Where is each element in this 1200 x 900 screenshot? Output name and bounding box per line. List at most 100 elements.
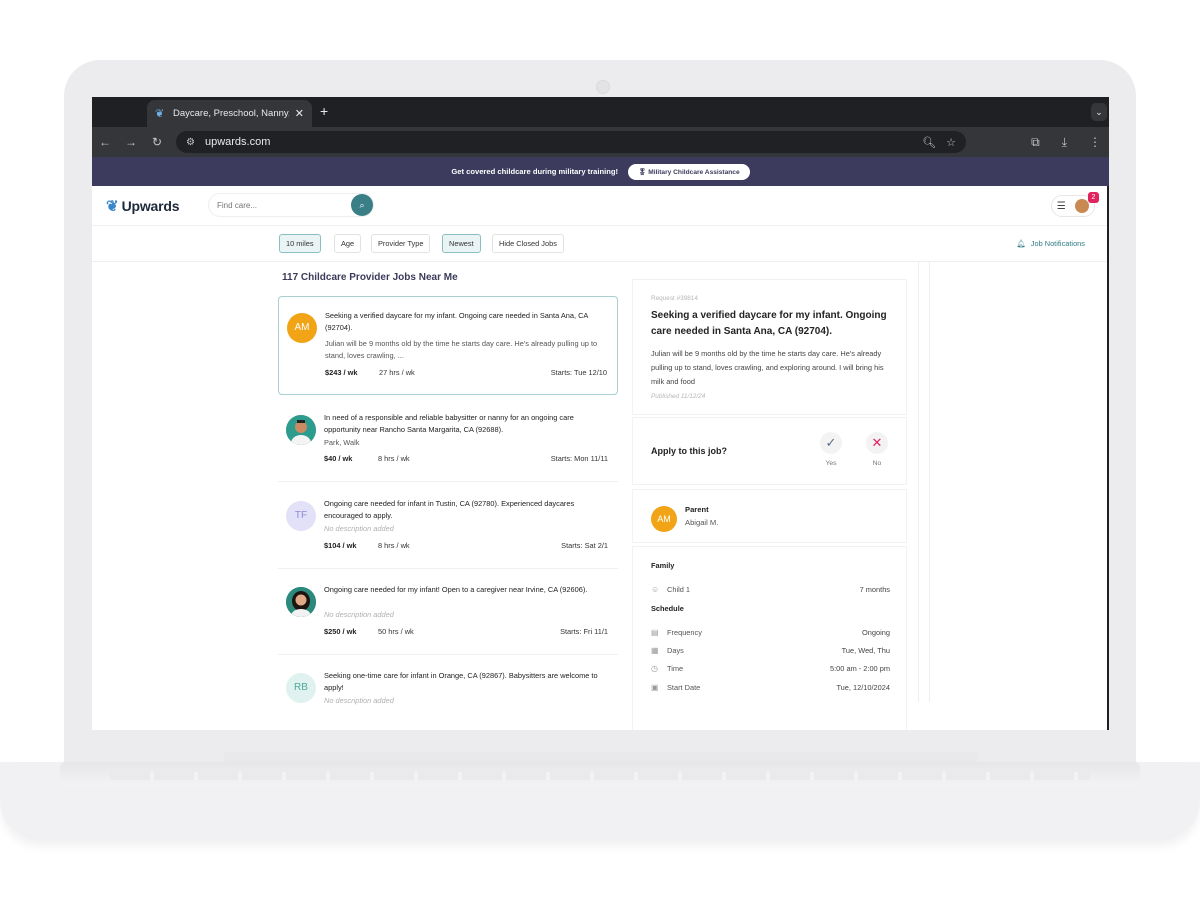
job-avatar-photo [286, 587, 316, 617]
job-description: No description added [324, 610, 394, 619]
download-icon[interactable]: ⤓ [1062, 135, 1067, 150]
apply-no-button[interactable]: ✕ No [865, 432, 889, 467]
filter-distance[interactable]: 10 miles [279, 234, 321, 253]
start-date-label: Start Date [667, 683, 701, 692]
time-value: 5:00 am - 2:00 pm [830, 664, 890, 673]
browser-screen: ❦ Daycare, Preschool, Nanny, & ✕ + ⌄ ← →… [92, 97, 1109, 730]
close-icon: ✕ [866, 432, 888, 454]
job-start: Starts: Mon 11/11 [550, 454, 608, 463]
reload-icon[interactable]: ↻ [144, 135, 170, 149]
address-bar[interactable]: ⚙ upwards.com 🔍︎ ☆ [176, 131, 966, 153]
job-notifications-label: Job Notifications [1030, 239, 1085, 248]
job-avatar-photo [286, 415, 316, 445]
frequency-value: Ongoing [862, 628, 890, 637]
job-title: Ongoing care needed for my infant! Open … [324, 585, 588, 594]
job-card[interactable]: Ongoing care needed for my infant! Open … [278, 571, 618, 655]
person-photo-icon [286, 415, 316, 445]
frequency-icon: ▤ [651, 628, 659, 637]
job-card[interactable]: TF Ongoing care needed for infant in Tus… [278, 485, 618, 569]
parent-section: AM Parent Abigail M. [632, 489, 907, 543]
site-info-icon[interactable]: ⚙ [186, 137, 195, 148]
job-rate: $104 / wk [324, 541, 357, 550]
job-card[interactable]: RB Seeking one-time care for infant in O… [278, 657, 618, 730]
schedule-heading: Schedule [651, 604, 684, 613]
parent-label: Parent [685, 505, 709, 514]
window-edge [1107, 186, 1109, 730]
detail-title: Seeking a verified daycare for my infant… [651, 310, 887, 337]
frequency-row: ▤ Frequency [651, 628, 702, 637]
job-avatar: AM [287, 313, 317, 343]
job-description: No description added [324, 696, 394, 705]
camera-dot [596, 80, 610, 94]
zoom-icon[interactable]: 🔍︎ [922, 136, 936, 149]
apply-question: Apply to this job? [651, 446, 727, 456]
filter-newest[interactable]: Newest [442, 234, 481, 253]
job-description: Park, Walk [324, 438, 360, 447]
no-label: No [872, 460, 882, 467]
browser-toolbar: ← → ↻ ⚙ upwards.com 🔍︎ ☆ ⧉ ⤓ ⋮ [92, 127, 1109, 157]
search-icon[interactable]: ⌕ [351, 194, 373, 216]
job-hours: 8 hrs / wk [378, 541, 410, 550]
filter-hide-closed[interactable]: Hide Closed Jobs [492, 234, 564, 253]
person-photo-icon [286, 587, 316, 617]
job-card[interactable]: AM Seeking a verified daycare for my inf… [278, 296, 618, 395]
frequency-label: Frequency [667, 628, 702, 637]
job-card[interactable]: In need of a responsible and reliable ba… [278, 399, 618, 482]
family-heading: Family [651, 561, 675, 570]
job-notifications-link[interactable]: 🔔︎ Job Notifications [1016, 239, 1085, 248]
browser-tab[interactable]: ❦ Daycare, Preschool, Nanny, & ✕ [147, 100, 312, 127]
bookmark-star-icon[interactable]: ☆ [946, 136, 956, 149]
checkmark-icon: ✓ [820, 432, 842, 454]
job-hours: 50 hrs / wk [378, 627, 414, 636]
child-label: Child 1 [667, 585, 691, 594]
job-avatar: TF [286, 501, 316, 531]
filter-bar: 10 miles Age Provider Type Newest Hide C… [92, 226, 1109, 262]
job-description: No description added [324, 524, 394, 533]
keyboard-keys [110, 772, 1090, 780]
upwards-logo[interactable]: ❦ Upwards [106, 197, 180, 215]
close-tab-icon[interactable]: ✕ [295, 107, 304, 120]
yes-label: Yes [825, 460, 837, 467]
job-rate: $250 / wk [324, 627, 357, 636]
column-divider [918, 262, 930, 702]
clock-icon: ◷ [651, 664, 658, 673]
calendar-icon: ▦ [651, 646, 659, 655]
tab-bar: ❦ Daycare, Preschool, Nanny, & ✕ + ⌄ [92, 97, 1109, 127]
start-date-row: ▣ Start Date [651, 683, 700, 692]
new-tab-icon[interactable]: + [320, 103, 328, 119]
tab-search-icon[interactable]: ⌄ [1091, 103, 1107, 121]
military-assistance-button[interactable]: 🎖︎ Military Childcare Assistance [628, 163, 750, 180]
start-date-value: Tue, 12/10/2024 [836, 683, 890, 692]
job-start: Starts: Sat 2/1 [561, 541, 608, 550]
job-start: Starts: Fri 11/1 [560, 627, 608, 636]
job-start: Starts: Tue 12/10 [550, 368, 607, 377]
days-row: ▦ Days [651, 646, 684, 655]
child-age: 7 months [859, 585, 890, 594]
job-avatar: RB [286, 673, 316, 703]
search-input[interactable] [217, 200, 337, 210]
days-label: Days [667, 646, 684, 655]
job-rate: $243 / wk [325, 368, 358, 377]
time-label: Time [667, 664, 684, 673]
upwards-logo-icon: ❦ [106, 198, 119, 215]
child-row: ☺ Child 1 [651, 585, 690, 594]
promo-text: Get covered childcare during military tr… [451, 167, 619, 176]
site-header: ❦ Upwards ⌕ ☰ 2 [92, 186, 1109, 226]
tab-title: Daycare, Preschool, Nanny, & [173, 108, 289, 119]
apply-yes-button[interactable]: ✓ Yes [819, 432, 843, 467]
days-value: Tue, Wed, Thu [841, 646, 890, 655]
upwards-favicon-icon: ❦ [155, 107, 165, 120]
extensions-icon[interactable]: ⧉ [1031, 135, 1040, 150]
published-date: Published 11/12/24 [651, 393, 706, 400]
apply-section: Apply to this job? ✓ Yes ✕ No [632, 417, 907, 485]
browser-menu-icon[interactable]: ⋮ [1089, 135, 1101, 149]
family-schedule-section: Family ☺ Child 1 7 months Schedule ▤ Fre… [632, 546, 907, 730]
request-id: Request #39814 [651, 295, 698, 302]
filter-age[interactable]: Age [334, 234, 362, 253]
filter-provider-type[interactable]: Provider Type [371, 234, 431, 253]
job-title: In need of a responsible and reliable ba… [324, 413, 574, 434]
job-title: Seeking a verified daycare for my infant… [325, 311, 588, 332]
back-icon[interactable]: ← [92, 135, 118, 149]
logo-text: Upwards [121, 198, 180, 214]
forward-icon[interactable]: → [118, 135, 144, 149]
